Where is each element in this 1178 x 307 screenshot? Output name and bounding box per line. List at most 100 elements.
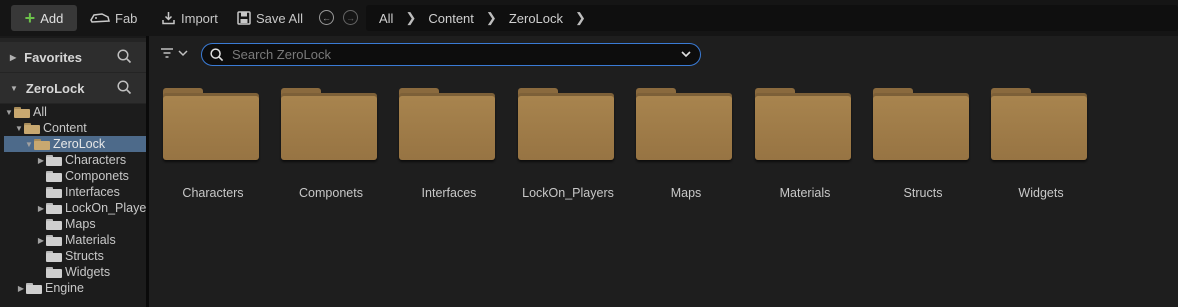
tree-item-label: Interfaces [65, 185, 120, 199]
folder-icon [14, 106, 30, 118]
add-button[interactable]: + Add [11, 5, 77, 31]
folder-label: Interfaces [421, 186, 477, 200]
favorites-label: Favorites [24, 49, 82, 65]
favorites-header[interactable]: ▶ Favorites [0, 42, 146, 72]
breadcrumb-item-all[interactable]: All [379, 11, 393, 26]
tree-item-label: Engine [45, 281, 84, 295]
folder-icon [636, 88, 732, 160]
chevron-right-icon[interactable]: ❯ [575, 10, 586, 26]
chevron-right-icon[interactable]: ❯ [405, 10, 416, 26]
folder-icon [991, 88, 1087, 160]
folder-icon [46, 154, 62, 166]
breadcrumb-item-content[interactable]: Content [428, 11, 474, 26]
tree-item-label: Characters [65, 153, 127, 167]
tree-item-structs[interactable]: Structs [4, 248, 146, 264]
folder-tile-widgets[interactable]: Widgets [977, 88, 1087, 208]
tree-item-interfaces[interactable]: Interfaces [4, 184, 146, 200]
tree-item-all[interactable]: ▼ All [4, 104, 146, 120]
folder-icon [26, 282, 42, 294]
folder-icon [281, 88, 377, 160]
folder-icon [399, 88, 495, 160]
expand-down-icon[interactable]: ▼ [4, 108, 14, 117]
folder-tile-maps[interactable]: Maps [622, 88, 732, 208]
folder-icon [755, 88, 851, 160]
folder-icon [24, 122, 40, 134]
fab-icon [90, 13, 110, 23]
expand-down-icon[interactable]: ▼ [10, 84, 18, 93]
expand-right-icon[interactable]: ▶ [36, 236, 46, 245]
search-icon[interactable] [117, 80, 132, 95]
tree-item-label: Componets [65, 169, 129, 183]
expand-right-icon[interactable]: ▶ [16, 284, 26, 293]
search-icon[interactable] [117, 49, 132, 64]
expand-right-icon[interactable]: ▶ [36, 204, 46, 213]
search-box [201, 43, 701, 66]
search-icon [210, 47, 224, 61]
collapse-right-icon[interactable]: ▶ [10, 53, 16, 62]
project-header[interactable]: ▼ ZeroLock [0, 73, 146, 103]
tree-item-characters[interactable]: ▶ Characters [4, 152, 146, 168]
tree-item-engine[interactable]: ▶ Engine [4, 280, 146, 296]
fab-label: Fab [115, 10, 138, 26]
forward-icon[interactable]: → [343, 10, 358, 25]
plus-icon: + [24, 8, 36, 28]
folder-label: Componets [299, 186, 363, 200]
folder-icon [34, 138, 50, 150]
tree-item-componets[interactable]: Componets [4, 168, 146, 184]
tree-item-label: Widgets [65, 265, 111, 279]
folder-tile-materials[interactable]: Materials [741, 88, 851, 208]
breadcrumb-item-zerolock[interactable]: ZeroLock [509, 11, 563, 26]
expand-down-icon[interactable]: ▼ [24, 140, 34, 149]
content-browser: Characters Componets Interfaces LockOn_P… [149, 36, 1178, 307]
folder-icon [163, 88, 259, 160]
folder-tile-lockon-players[interactable]: LockOn_Players [504, 88, 614, 208]
folder-tile-characters[interactable]: Characters [149, 88, 259, 208]
folder-label: Maps [670, 186, 702, 200]
folder-icon [46, 218, 62, 230]
tree-item-materials[interactable]: ▶ Materials [4, 232, 146, 248]
chevron-down-icon [178, 50, 188, 57]
folder-icon [46, 250, 62, 262]
expand-right-icon[interactable]: ▶ [36, 156, 46, 165]
tree-item-label: ZeroLock [53, 137, 106, 151]
fab-button[interactable]: Fab [90, 5, 137, 31]
tree-item-label: LockOn_Players [65, 201, 146, 215]
search-input[interactable] [232, 47, 672, 62]
folder-icon [46, 266, 62, 278]
sources-panel: ▶ Favorites ▼ ZeroLock ▼ All ▼ Content ▼… [0, 38, 146, 307]
import-icon [162, 12, 175, 25]
breadcrumb: All ❯ Content ❯ ZeroLock ❯ [366, 5, 1178, 31]
folder-icon [46, 186, 62, 198]
save-all-label: Save All [256, 10, 303, 26]
expand-down-icon[interactable]: ▼ [14, 124, 24, 133]
tree-item-content[interactable]: ▼ Content [4, 120, 146, 136]
save-icon [237, 11, 251, 25]
folder-label: Characters [182, 186, 244, 200]
folder-tile-structs[interactable]: Structs [859, 88, 969, 208]
folder-icon [873, 88, 969, 160]
import-label: Import [181, 10, 218, 26]
tree-item-widgets[interactable]: Widgets [4, 264, 146, 280]
chevron-down-icon[interactable] [680, 48, 692, 60]
tree-item-label: Structs [65, 249, 104, 263]
folder-label: Materials [779, 186, 831, 200]
folder-tree: ▼ All ▼ Content ▼ ZeroLock ▶ Characters … [0, 104, 146, 307]
filter-button[interactable] [160, 47, 188, 59]
add-label: Add [40, 10, 64, 26]
import-button[interactable]: Import [161, 5, 218, 31]
tree-item-lockon-players[interactable]: ▶ LockOn_Players [4, 200, 146, 216]
tree-item-maps[interactable]: Maps [4, 216, 146, 232]
filter-icon [161, 48, 173, 58]
tree-item-label: Materials [65, 233, 116, 247]
folder-label: LockOn_Players [522, 186, 614, 200]
tree-item-label: All [33, 105, 47, 119]
back-icon[interactable]: ← [319, 10, 334, 25]
tree-item-zerolock[interactable]: ▼ ZeroLock [4, 136, 146, 152]
folder-label: Structs [903, 186, 943, 200]
folder-tile-interfaces[interactable]: Interfaces [385, 88, 495, 208]
folder-icon [46, 170, 62, 182]
folder-icon [46, 202, 62, 214]
save-all-button[interactable]: Save All [237, 5, 303, 31]
folder-tile-componets[interactable]: Componets [267, 88, 377, 208]
chevron-right-icon[interactable]: ❯ [486, 10, 497, 26]
